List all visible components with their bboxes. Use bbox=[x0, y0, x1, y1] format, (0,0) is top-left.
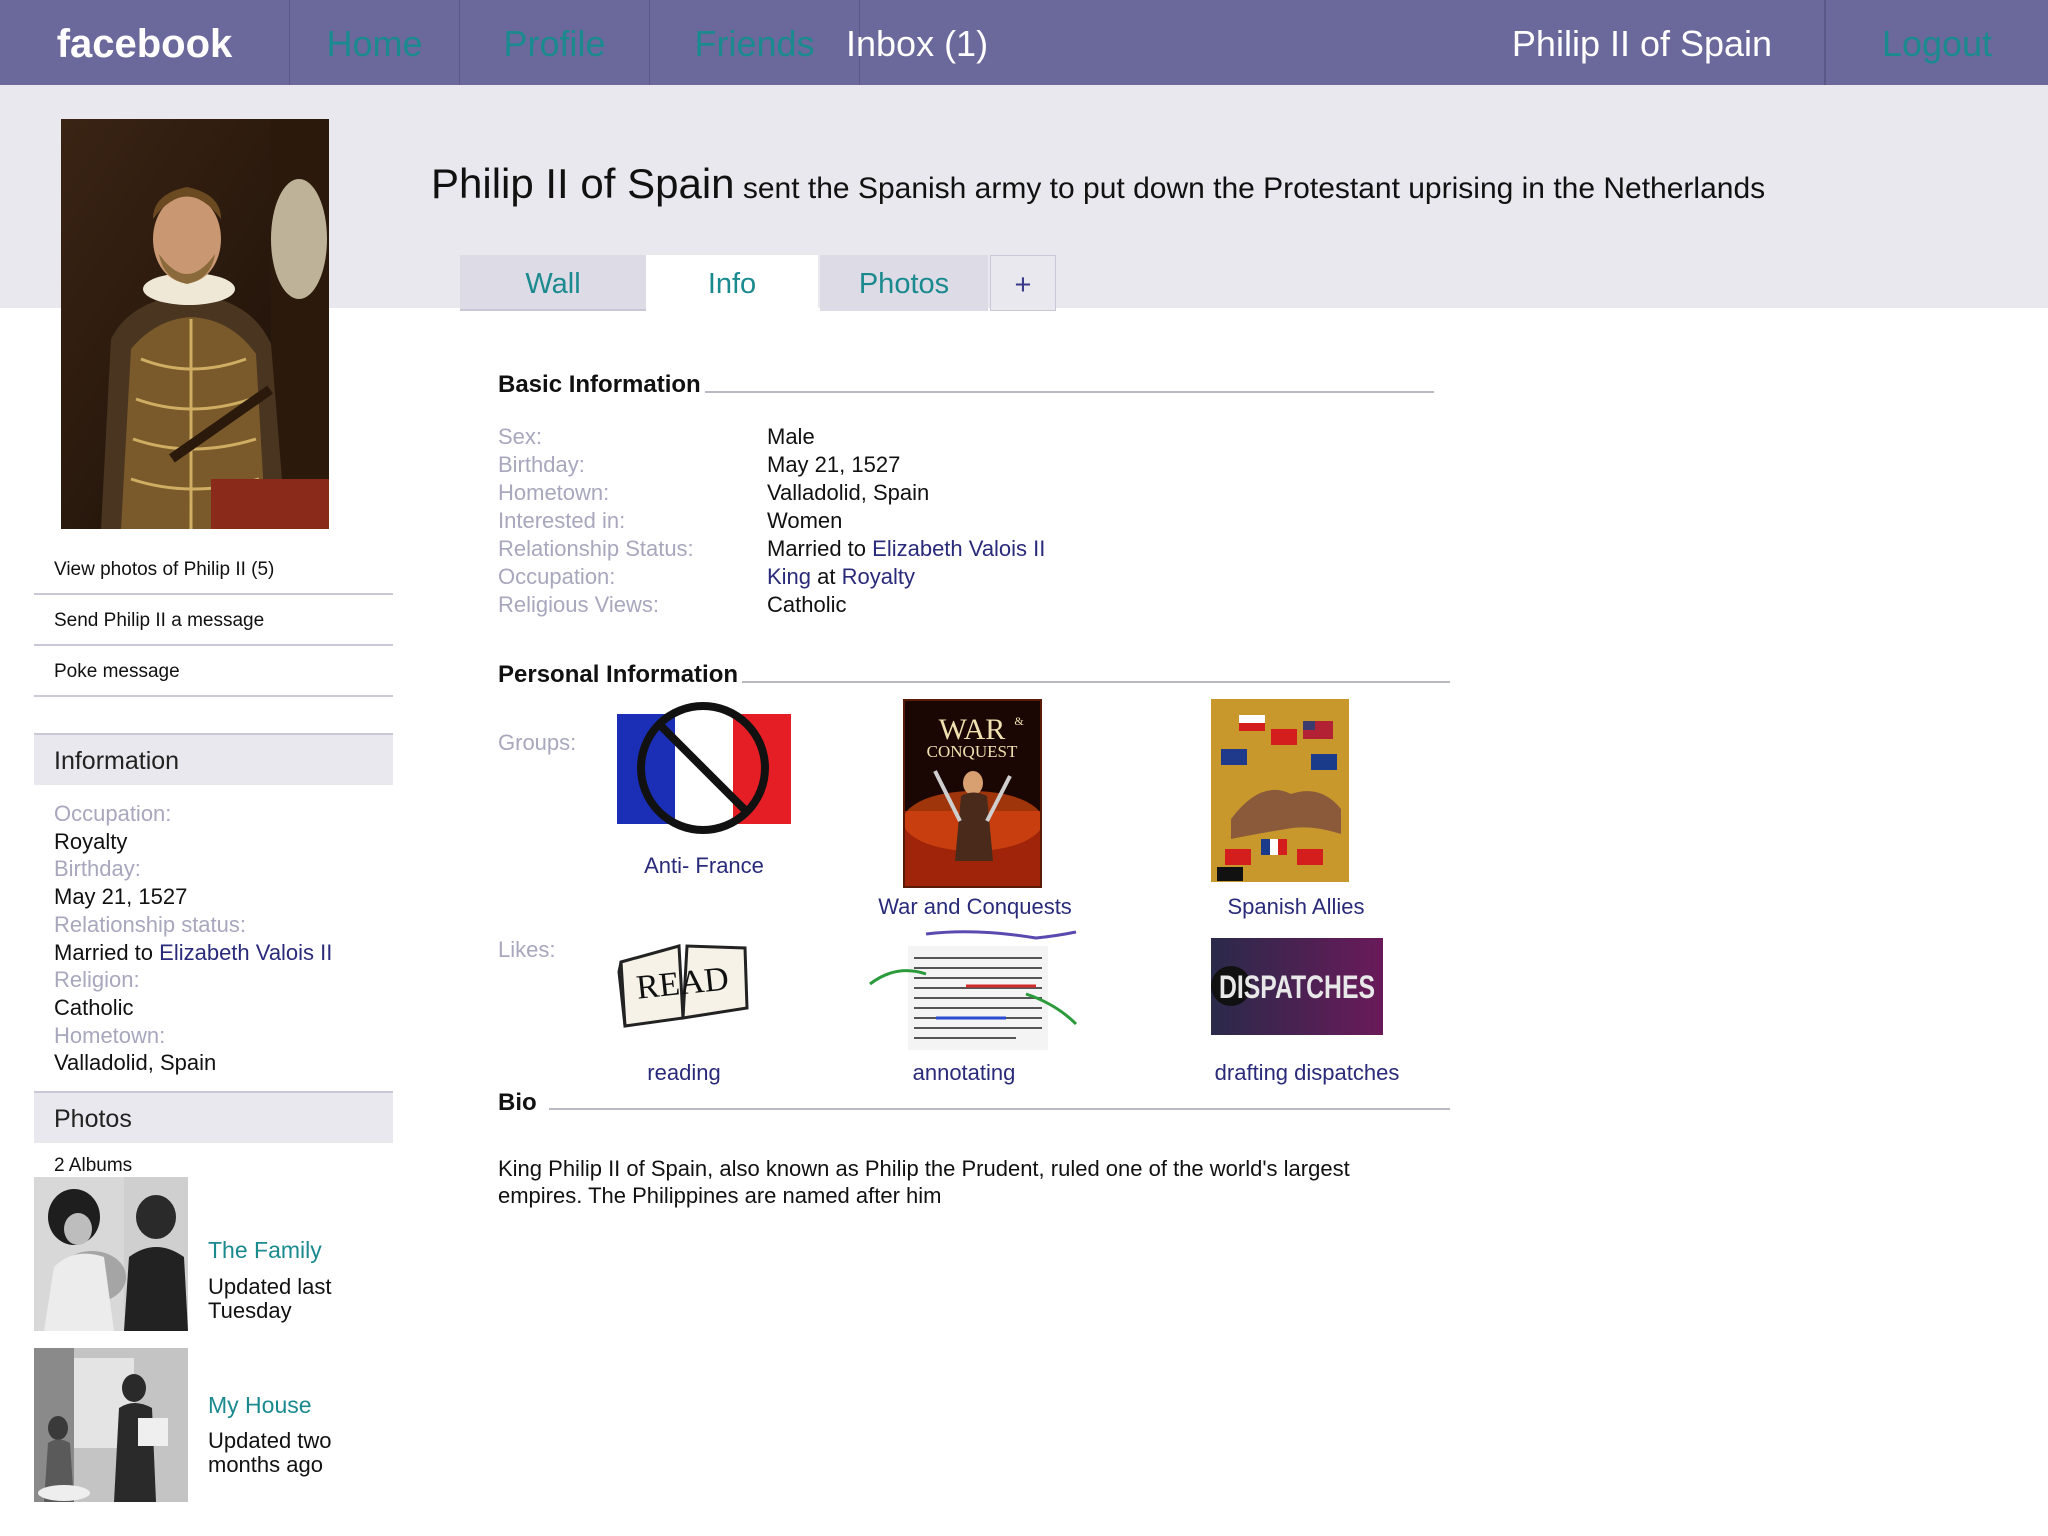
birthday-label: Birthday: bbox=[498, 452, 585, 477]
nav-home-link[interactable]: Home bbox=[290, 0, 460, 85]
hometown-value: Valladolid, Spain bbox=[54, 1050, 217, 1076]
group-war-conquests-label[interactable]: War and Conquests bbox=[860, 894, 1090, 920]
profile-picture[interactable] bbox=[61, 119, 329, 529]
nav-current-user[interactable]: Philip II of Spain bbox=[1460, 0, 1825, 85]
occupation-at: at bbox=[811, 564, 842, 589]
nav-profile-link[interactable]: Profile bbox=[460, 0, 650, 85]
occupation-value: Royalty bbox=[54, 828, 128, 854]
interested-in-label: Interested in: bbox=[498, 508, 626, 533]
group-anti-france-label[interactable]: Anti- France bbox=[617, 853, 791, 879]
group-spanish-allies-image[interactable] bbox=[1211, 699, 1349, 882]
religious-views-label: Religious Views: bbox=[498, 592, 660, 617]
birthday-value: May 21, 1527 bbox=[767, 452, 901, 477]
bio-divider bbox=[498, 1108, 1450, 1110]
house-photo-image bbox=[34, 1348, 188, 1502]
top-navigation-bar: facebook Home Profile Friends Inbox (1) … bbox=[0, 0, 2048, 85]
sex-label: Sex: bbox=[498, 424, 543, 449]
religion-label: Religion: bbox=[54, 967, 140, 993]
likes-label: Likes: bbox=[498, 937, 556, 962]
occupation-label: Occupation: bbox=[54, 801, 172, 826]
dispatches-text: DISPATCHES bbox=[1219, 969, 1375, 1005]
portrait-image bbox=[61, 119, 329, 529]
birthday-value: May 21, 1527 bbox=[54, 884, 188, 910]
relationship-status-prefix: Married to bbox=[767, 536, 873, 561]
war-conquest-cover-icon: WAR & CONQUEST bbox=[905, 701, 1040, 886]
spouse-link-main[interactable]: Elizabeth Valois II bbox=[872, 536, 1045, 561]
anti-france-flag-icon bbox=[617, 702, 791, 834]
groups-label: Groups: bbox=[498, 730, 577, 755]
interested-in-value: Women bbox=[767, 508, 843, 533]
war-cover-title-2: CONQUEST bbox=[927, 742, 1018, 761]
hometown-label: Hometown: bbox=[498, 480, 610, 505]
sidebar-actions: View photos of Philip II (5) Send Philip… bbox=[34, 544, 393, 697]
bio-text: King Philip II of Spain, also known as P… bbox=[498, 1156, 1350, 1208]
occupation-main-label: Occupation: bbox=[498, 564, 616, 589]
group-spanish-allies-label[interactable]: Spanish Allies bbox=[1186, 894, 1406, 920]
like-reading-label[interactable]: reading bbox=[614, 1060, 754, 1086]
religious-views-link[interactable]: Catholic bbox=[767, 592, 846, 618]
nav-logout-link[interactable]: Logout bbox=[1825, 0, 2048, 85]
family-photo-image bbox=[34, 1177, 188, 1331]
add-tab-button[interactable]: + bbox=[990, 255, 1056, 311]
hometown-label: Hometown: bbox=[54, 1022, 166, 1048]
spanish-allies-poster-icon bbox=[1211, 699, 1349, 882]
annotated-page-icon bbox=[869, 930, 1078, 1050]
album-title-house[interactable]: My House bbox=[208, 1392, 312, 1419]
like-reading-image[interactable]: READ bbox=[617, 938, 751, 1028]
read-book-icon: READ bbox=[617, 944, 749, 1028]
occupation-main-value: King at Royalty bbox=[767, 564, 915, 590]
relationship-value: Married to Elizabeth Valois II bbox=[54, 939, 394, 967]
like-dispatches-image[interactable]: DISPATCHES bbox=[1211, 938, 1383, 1035]
album-updated-house: Updated two months ago bbox=[208, 1428, 332, 1477]
album-thumbnail-family[interactable] bbox=[34, 1177, 188, 1331]
group-war-conquests-image[interactable]: WAR & CONQUEST bbox=[903, 699, 1042, 888]
tab-info[interactable]: Info bbox=[646, 255, 818, 311]
war-cover-amp: & bbox=[1014, 714, 1024, 728]
sidebar-information: Occupation: Royalty Birthday: May 21, 15… bbox=[54, 800, 394, 1077]
birthday-label: Birthday: bbox=[54, 856, 141, 882]
sidebar-photos-header: Photos bbox=[34, 1091, 393, 1143]
basic-info-title: Basic Information bbox=[498, 371, 705, 399]
facebook-logo[interactable]: facebook bbox=[0, 0, 290, 85]
profile-status-text: sent the Spanish army to put down the Pr… bbox=[742, 172, 1766, 205]
occupation-employer-link[interactable]: Royalty bbox=[842, 564, 915, 589]
like-annotating-label[interactable]: annotating bbox=[866, 1060, 1062, 1086]
spouse-link[interactable]: Elizabeth Valois II bbox=[159, 940, 332, 965]
relationship-status-label: Relationship Status: bbox=[498, 536, 694, 561]
view-photos-link[interactable]: View photos of Philip II (5) bbox=[34, 544, 393, 595]
tab-photos[interactable]: Photos bbox=[820, 255, 988, 311]
bio-title: Bio bbox=[498, 1089, 549, 1117]
profile-status-headline: Philip II of Spain sent the Spanish army… bbox=[431, 160, 1765, 208]
nav-inbox-link[interactable]: Inbox (1) bbox=[846, 0, 991, 85]
tab-wall[interactable]: Wall bbox=[460, 255, 646, 311]
like-annotating-image[interactable] bbox=[866, 924, 1086, 1052]
occupation-title-link[interactable]: King bbox=[767, 564, 811, 589]
dispatches-logo-icon: DISPATCHES bbox=[1211, 938, 1383, 1035]
hometown-link[interactable]: Valladolid, Spain bbox=[767, 480, 929, 506]
religion-value: Catholic bbox=[54, 994, 134, 1020]
sidebar-information-header: Information bbox=[34, 733, 393, 785]
relationship-label: Relationship status: bbox=[54, 911, 246, 937]
send-message-link[interactable]: Send Philip II a message bbox=[34, 595, 393, 646]
nav-friends-link[interactable]: Friends bbox=[650, 0, 860, 85]
sex-value: Male bbox=[767, 424, 815, 449]
personal-info-title: Personal Information bbox=[498, 661, 743, 689]
relationship-prefix: Married to bbox=[54, 939, 160, 965]
like-dispatches-label[interactable]: drafting dispatches bbox=[1196, 1060, 1418, 1086]
poke-link[interactable]: Poke message bbox=[34, 646, 393, 697]
albums-count: 2 Albums bbox=[54, 1155, 133, 1176]
group-anti-france-image[interactable] bbox=[617, 700, 791, 836]
album-title-family[interactable]: The Family bbox=[208, 1237, 322, 1264]
album-thumbnail-house[interactable] bbox=[34, 1348, 188, 1502]
profile-name[interactable]: Philip II of Spain bbox=[431, 160, 735, 207]
relationship-status-value: Married to Elizabeth Valois II bbox=[767, 536, 1045, 562]
album-updated-family: Updated last Tuesday bbox=[208, 1274, 332, 1323]
